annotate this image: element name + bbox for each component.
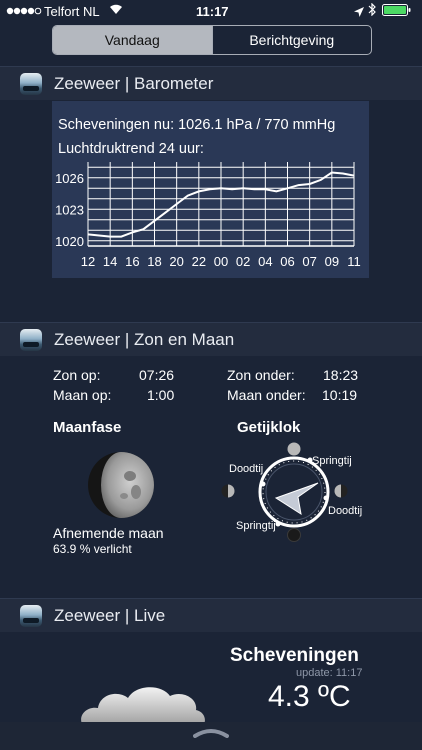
tide-label-doodtij: Doodtij [229, 463, 264, 475]
x-tick-label: 11 [347, 254, 361, 269]
trend-label: Luchtdruktrend 24 uur: [58, 141, 204, 157]
widget-title: Zeeweer | Live [54, 605, 166, 625]
sun-set-time: 18:23 [323, 367, 359, 383]
signal-icon [6, 4, 42, 19]
location-arrow-icon [354, 5, 364, 20]
live-location: Scheveningen [230, 645, 359, 666]
moon-phase-heading: Maanfase [53, 419, 122, 436]
moon-set-label: Maan onder: [227, 387, 306, 403]
tide-label-doodtij: Doodtij [328, 505, 363, 517]
app-icon [20, 604, 42, 627]
battery-icon [382, 4, 412, 19]
current-pressure: Scheveningen nu: 1026.1 hPa / 770 mmHg [58, 117, 336, 133]
moon-small-quarter-icon [334, 484, 348, 498]
app-icon [20, 72, 42, 95]
clock: 11:17 [196, 4, 229, 19]
cloud-icon [81, 687, 205, 728]
sun-set-label: Zon onder: [227, 367, 295, 383]
pressure-trend-chart: 1026 1023 1020 12 14 16 18 20 22 00 02 04 06 07 09 11 [55, 162, 361, 269]
y-tick-label: 1026 [55, 171, 84, 186]
moon-illumination: 63.9 % verlicht [53, 542, 132, 556]
app-icon [20, 328, 42, 351]
sun-rise-label: Zon op: [53, 367, 101, 383]
moon-small-new-icon [287, 528, 301, 542]
widget-title: Zeeweer | Zon en Maan [54, 329, 235, 349]
tide-label-springtij: Springtij [312, 455, 352, 467]
wifi-icon [108, 3, 124, 18]
moon-phase-name: Afnemende maan [53, 525, 164, 541]
y-axis: 1026 1023 1020 [55, 171, 84, 249]
view-segmented-control[interactable]: Vandaag Berichtgeving [52, 25, 372, 55]
carrier-name: Telfort NL [44, 4, 100, 19]
y-tick-label: 1020 [55, 234, 84, 249]
moon-small-full-icon [287, 442, 301, 456]
x-tick-label: 07 [302, 254, 316, 269]
x-tick-label: 14 [103, 254, 117, 269]
tab-berichtgeving[interactable]: Berichtgeving [211, 26, 372, 54]
tide-label-springtij: Springtij [236, 520, 276, 532]
moon-small-quarter-icon [221, 484, 235, 498]
x-tick-label: 09 [325, 254, 339, 269]
notification-center-bottom [0, 722, 422, 750]
tide-clock-heading: Getijklok [237, 419, 301, 436]
x-tick-label: 04 [258, 254, 272, 269]
x-tick-label: 22 [192, 254, 206, 269]
barometer-widget-header[interactable]: Zeeweer | Barometer [0, 67, 422, 100]
sun-moon-widget-header[interactable]: Zeeweer | Zon en Maan [0, 323, 422, 356]
pull-handle-icon[interactable] [193, 728, 229, 738]
x-tick-label: 20 [169, 254, 183, 269]
moon-set-time: 10:19 [322, 387, 358, 403]
moon-phase-icon [88, 452, 154, 518]
live-widget-header[interactable]: Zeeweer | Live [0, 599, 422, 632]
x-tick-label: 02 [236, 254, 250, 269]
x-tick-label: 00 [214, 254, 228, 269]
moon-rise-time: 1:00 [147, 387, 175, 403]
tab-vandaag[interactable]: Vandaag [53, 26, 212, 54]
bluetooth-icon [368, 2, 376, 19]
live-temperature: 4.3 ºC [268, 680, 351, 713]
moon-rise-label: Maan op: [53, 387, 112, 403]
x-tick-label: 16 [125, 254, 139, 269]
widget-title: Zeeweer | Barometer [54, 73, 214, 93]
live-update-time: update: 11:17 [296, 667, 363, 679]
sun-rise-time: 07:26 [139, 367, 175, 383]
x-tick-label: 12 [81, 254, 95, 269]
x-axis: 12 14 16 18 20 22 00 02 04 06 07 09 11 [81, 254, 361, 269]
y-tick-label: 1023 [55, 202, 84, 217]
x-tick-label: 18 [147, 254, 161, 269]
x-tick-label: 06 [280, 254, 294, 269]
status-bar: Telfort NL 11:17 [0, 0, 422, 22]
